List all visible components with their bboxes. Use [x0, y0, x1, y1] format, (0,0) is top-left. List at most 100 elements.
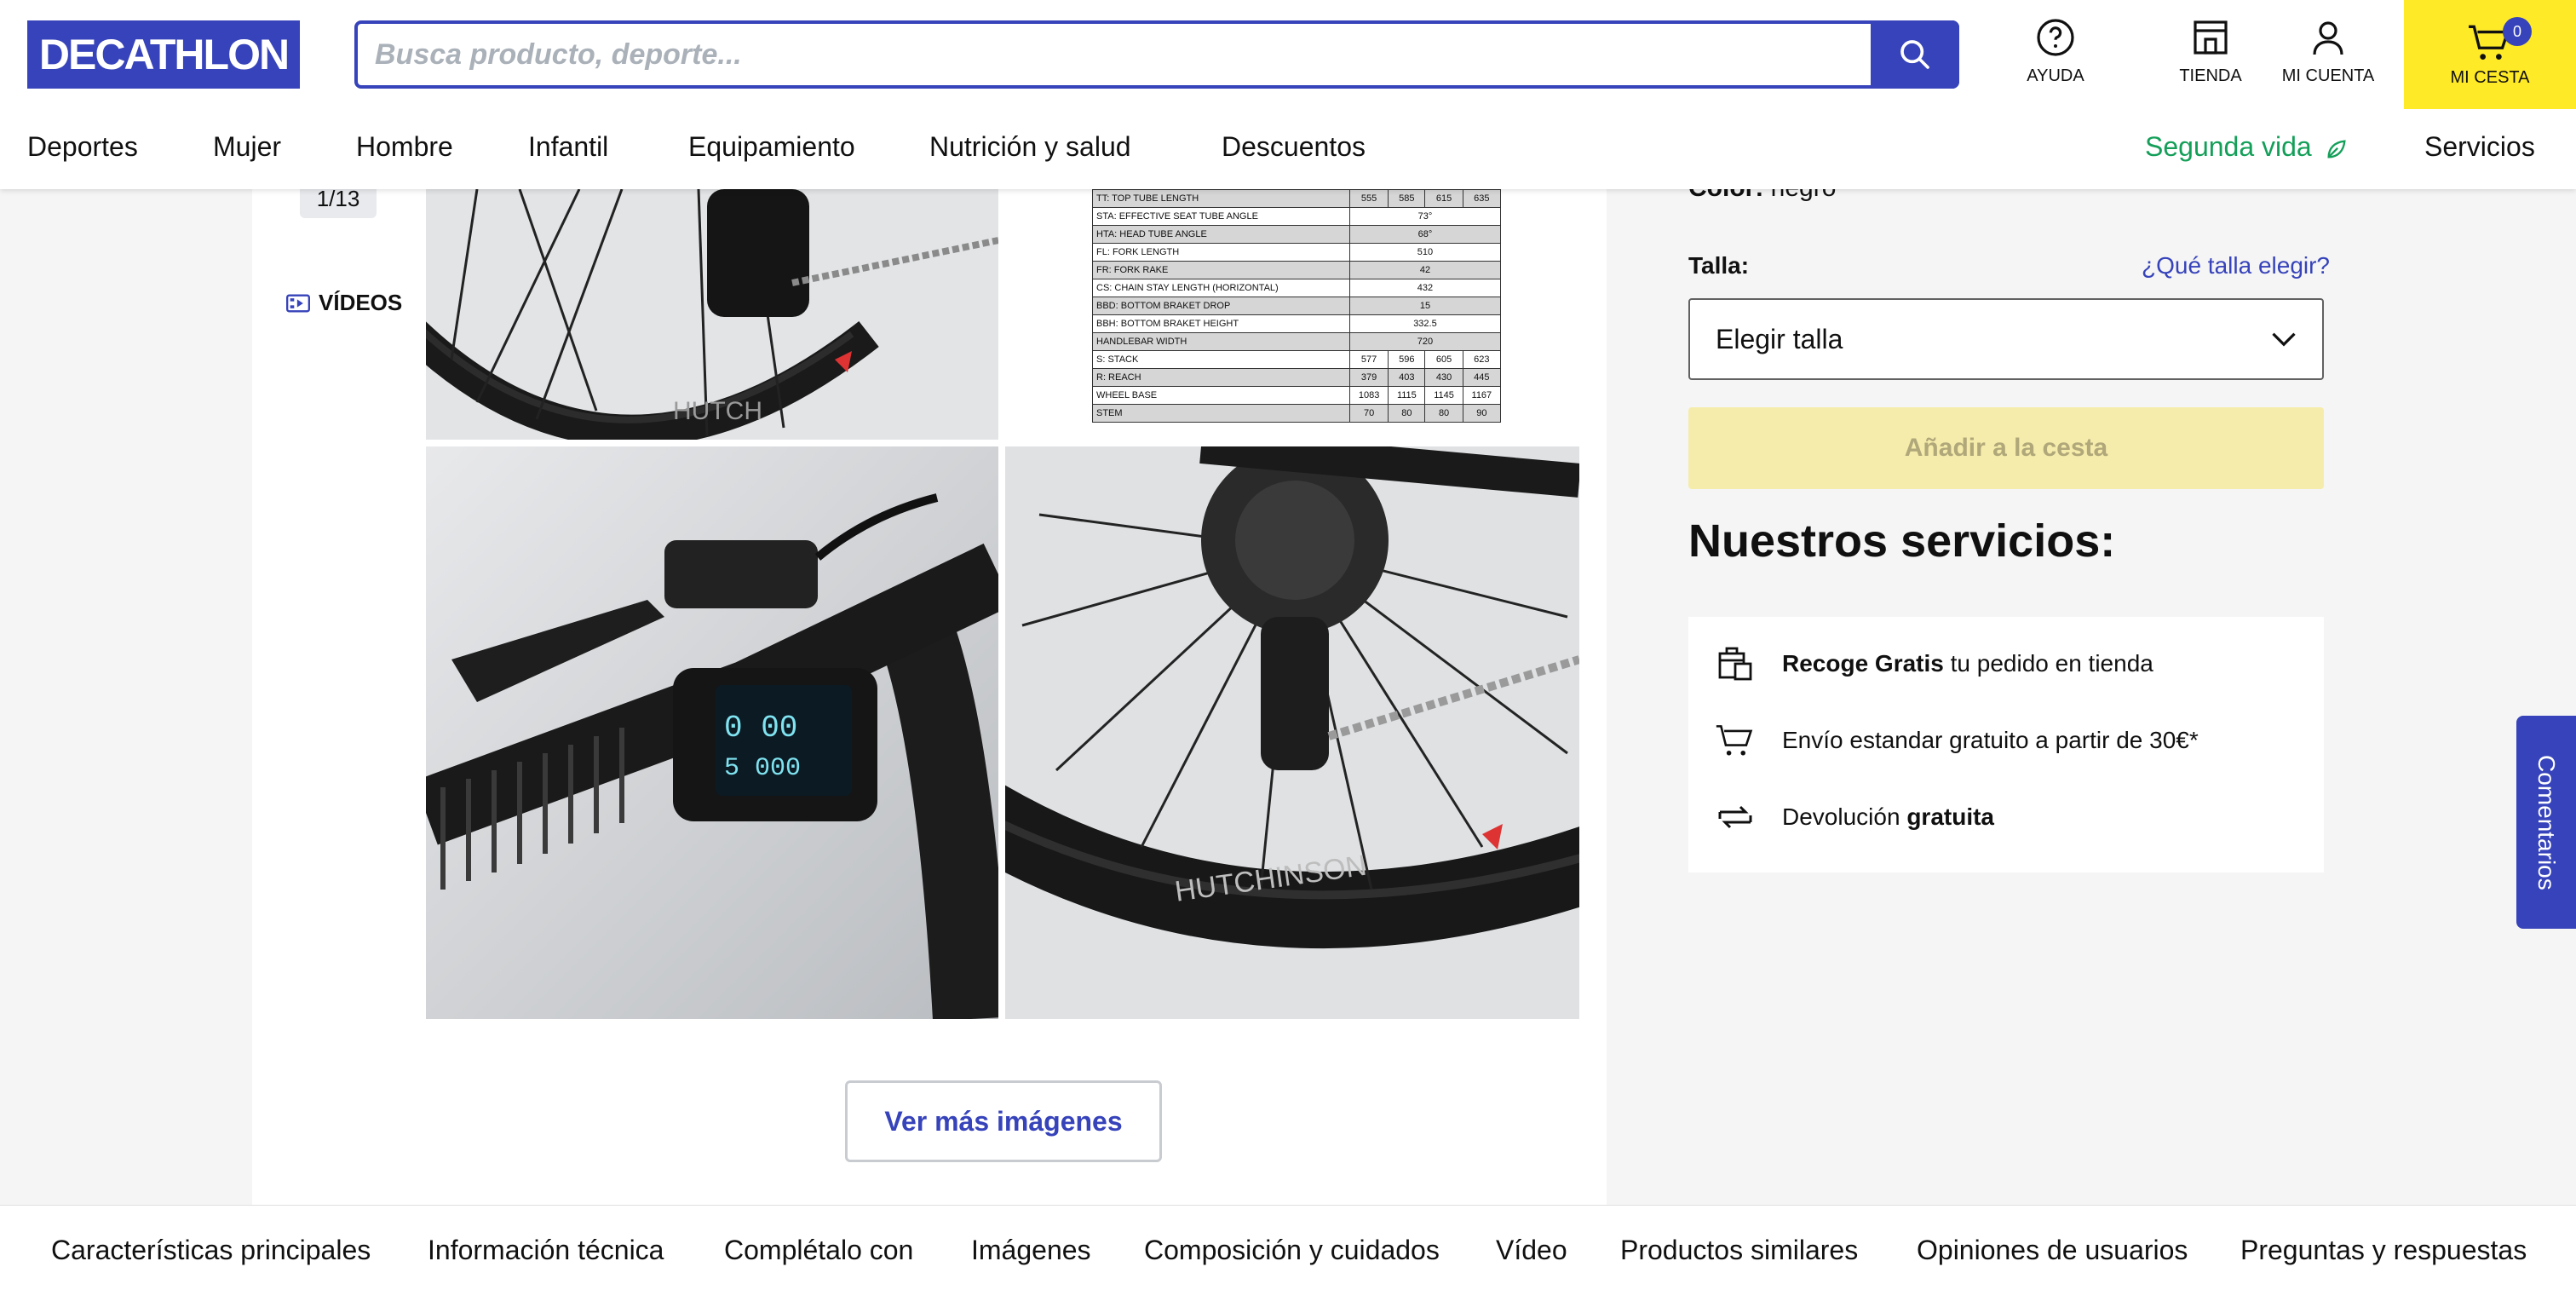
tab-preguntas[interactable]: Preguntas y respuestas — [2240, 1235, 2527, 1266]
geometry-row: FR: FORK RAKE 42 — [1092, 261, 1502, 279]
svg-text:0 00: 0 00 — [724, 711, 797, 746]
store-label: TIENDA — [2179, 66, 2242, 85]
wheel-photo: HUTCH — [426, 189, 998, 440]
service-pickup: Recoge Gratis tu pedido en tienda — [1714, 642, 2153, 685]
tab-opiniones[interactable]: Opiniones de usuarios — [1917, 1235, 2188, 1266]
geometry-value: 430 — [1424, 368, 1463, 387]
tab-imagenes[interactable]: Imágenes — [971, 1235, 1091, 1266]
geometry-row: CS: CHAIN STAY LENGTH (HORIZONTAL) 432 — [1092, 279, 1502, 297]
geometry-label: FR: FORK RAKE — [1092, 261, 1350, 279]
geometry-row: STEM 70 80 80 90 — [1092, 404, 1502, 423]
geometry-label: TT: TOP TUBE LENGTH — [1092, 189, 1350, 208]
svg-text:HUTCH: HUTCH — [673, 397, 762, 425]
size-select[interactable]: Elegir talla — [1688, 298, 2324, 380]
product-image-wheel-top[interactable]: HUTCH — [426, 189, 998, 440]
geometry-row: FL: FORK LENGTH 510 — [1092, 243, 1502, 262]
geometry-value: 510 — [1348, 243, 1502, 262]
geometry-row: STA: EFFECTIVE SEAT TUBE ANGLE 73° — [1092, 207, 1502, 226]
nav-item-descuentos[interactable]: Descuentos — [1222, 131, 1366, 163]
geometry-value: 1115 — [1388, 386, 1426, 405]
nav-item-infantil[interactable]: Infantil — [528, 131, 608, 163]
search-input[interactable] — [358, 24, 1871, 85]
nav-item-segunda-vida[interactable]: Segunda vida — [2145, 131, 2349, 163]
tab-informacion-tecnica[interactable]: Información técnica — [428, 1235, 664, 1266]
search-bar — [354, 20, 1959, 89]
nav-item-equipamiento[interactable]: Equipamiento — [688, 131, 855, 163]
product-image-derailleur[interactable]: HUTCHINSON — [1005, 446, 1579, 1019]
service-pickup-rest: tu pedido en tienda — [1943, 650, 2153, 677]
search-button[interactable] — [1871, 20, 1959, 89]
geometry-value: 605 — [1424, 350, 1463, 369]
comments-label: Comentarios — [2533, 754, 2560, 890]
geometry-value: 68° — [1348, 225, 1502, 244]
store-button[interactable]: TIENDA — [2155, 17, 2266, 94]
geometry-label: BBD: BOTTOM BRAKET DROP — [1092, 297, 1350, 315]
video-icon — [286, 294, 310, 312]
size-guide-link[interactable]: ¿Qué talla elegir? — [2142, 252, 2330, 279]
nav-item-mujer[interactable]: Mujer — [213, 131, 281, 163]
account-button[interactable]: MI CUENTA — [2273, 17, 2383, 94]
geometry-value: 623 — [1462, 350, 1502, 369]
nav-item-deportes[interactable]: Deportes — [27, 131, 138, 163]
geometry-value: 70 — [1348, 404, 1389, 423]
tab-caracteristicas[interactable]: Características principales — [51, 1235, 371, 1266]
geometry-label: FL: FORK LENGTH — [1092, 243, 1350, 262]
geometry-value: 80 — [1388, 404, 1426, 423]
geometry-label: HTA: HEAD TUBE ANGLE — [1092, 225, 1350, 244]
geometry-row: R: REACH 379 403 430 445 — [1092, 368, 1502, 387]
chevron-down-icon — [2272, 332, 2296, 347]
geometry-value: 1083 — [1348, 386, 1389, 405]
help-button[interactable]: AYUDA — [2000, 17, 2111, 94]
geometry-value: 332.5 — [1348, 314, 1502, 333]
nav-item-servicios[interactable]: Servicios — [2424, 131, 2535, 163]
main-nav: Deportes Mujer Hombre Infantil Equipamie… — [0, 119, 2576, 179]
add-to-cart-button[interactable]: Añadir a la cesta — [1688, 407, 2324, 489]
site-header: DECATHLON AYUDA TIENDA MI CUENTA MI CEST… — [0, 0, 2576, 189]
geometry-value: 596 — [1388, 350, 1426, 369]
geometry-value: 577 — [1348, 350, 1389, 369]
tab-completalo[interactable]: Complétalo con — [724, 1235, 913, 1266]
tab-composicion[interactable]: Composición y cuidados — [1144, 1235, 1440, 1266]
geometry-row: S: STACK 577 596 605 623 — [1092, 350, 1502, 369]
store-icon — [2194, 20, 2228, 55]
geometry-label: WHEEL BASE — [1092, 386, 1350, 405]
videos-link[interactable]: VÍDEOS — [286, 290, 402, 316]
product-image-geometry-table[interactable]: TT: TOP TUBE LENGTH 555 585 615 635 STA: EFFE… — [1005, 189, 1579, 440]
help-icon — [2037, 19, 2074, 56]
user-icon — [2313, 21, 2343, 55]
more-images-button[interactable]: Ver más imágenes — [845, 1080, 1162, 1162]
service-returns: Devolución gratuita — [1714, 796, 1994, 838]
handlebar-photo: 0 00 5 000 — [426, 446, 998, 1019]
geometry-value: 445 — [1462, 368, 1502, 387]
leaf-icon — [2327, 139, 2346, 158]
geometry-row: BBH: BOTTOM BRAKET HEIGHT 332.5 — [1092, 314, 1502, 333]
service-pickup-bold: Recoge Gratis — [1782, 650, 1944, 677]
geometry-value: 42 — [1348, 261, 1502, 279]
nav-item-hombre[interactable]: Hombre — [356, 131, 453, 163]
product-image-handlebar[interactable]: 0 00 5 000 — [426, 446, 998, 1019]
cart-button[interactable]: MI CESTA 0 — [2404, 0, 2576, 109]
nav-item-nutricion[interactable]: Nutrición y salud — [929, 131, 1131, 163]
comments-tab[interactable]: Comentarios — [2516, 716, 2576, 929]
service-returns-rest: Devolución — [1782, 803, 1907, 830]
account-label: MI CUENTA — [2281, 66, 2375, 85]
size-select-value: Elegir talla — [1716, 323, 1843, 354]
geometry-label: CS: CHAIN STAY LENGTH (HORIZONTAL) — [1092, 279, 1350, 297]
geometry-label: STEM — [1092, 404, 1350, 423]
size-label: Talla: — [1688, 252, 1750, 279]
videos-label: VÍDEOS — [319, 290, 403, 315]
geometry-label: STA: EFFECTIVE SEAT TUBE ANGLE — [1092, 207, 1350, 226]
geometry-value: 73° — [1348, 207, 1502, 226]
geometry-table: TT: TOP TUBE LENGTH 555 585 615 635 STA: EFFE… — [1092, 189, 1502, 423]
geometry-value: 635 — [1462, 189, 1502, 208]
derailleur-photo: HUTCHINSON — [1005, 446, 1579, 1019]
geometry-row: HANDLEBAR WIDTH 720 — [1092, 332, 1502, 351]
logo-text: DECATHLON — [38, 31, 290, 78]
services-title: Nuestros servicios: — [1688, 515, 2116, 567]
tab-productos-similares[interactable]: Productos similares — [1620, 1235, 1858, 1266]
tab-video[interactable]: Vídeo — [1496, 1235, 1567, 1266]
geometry-row: HTA: HEAD TUBE ANGLE 68° — [1092, 225, 1502, 244]
geometry-value: 1167 — [1462, 386, 1502, 405]
decathlon-logo[interactable]: DECATHLON — [27, 20, 300, 89]
service-returns-bold: gratuita — [1906, 803, 1994, 830]
